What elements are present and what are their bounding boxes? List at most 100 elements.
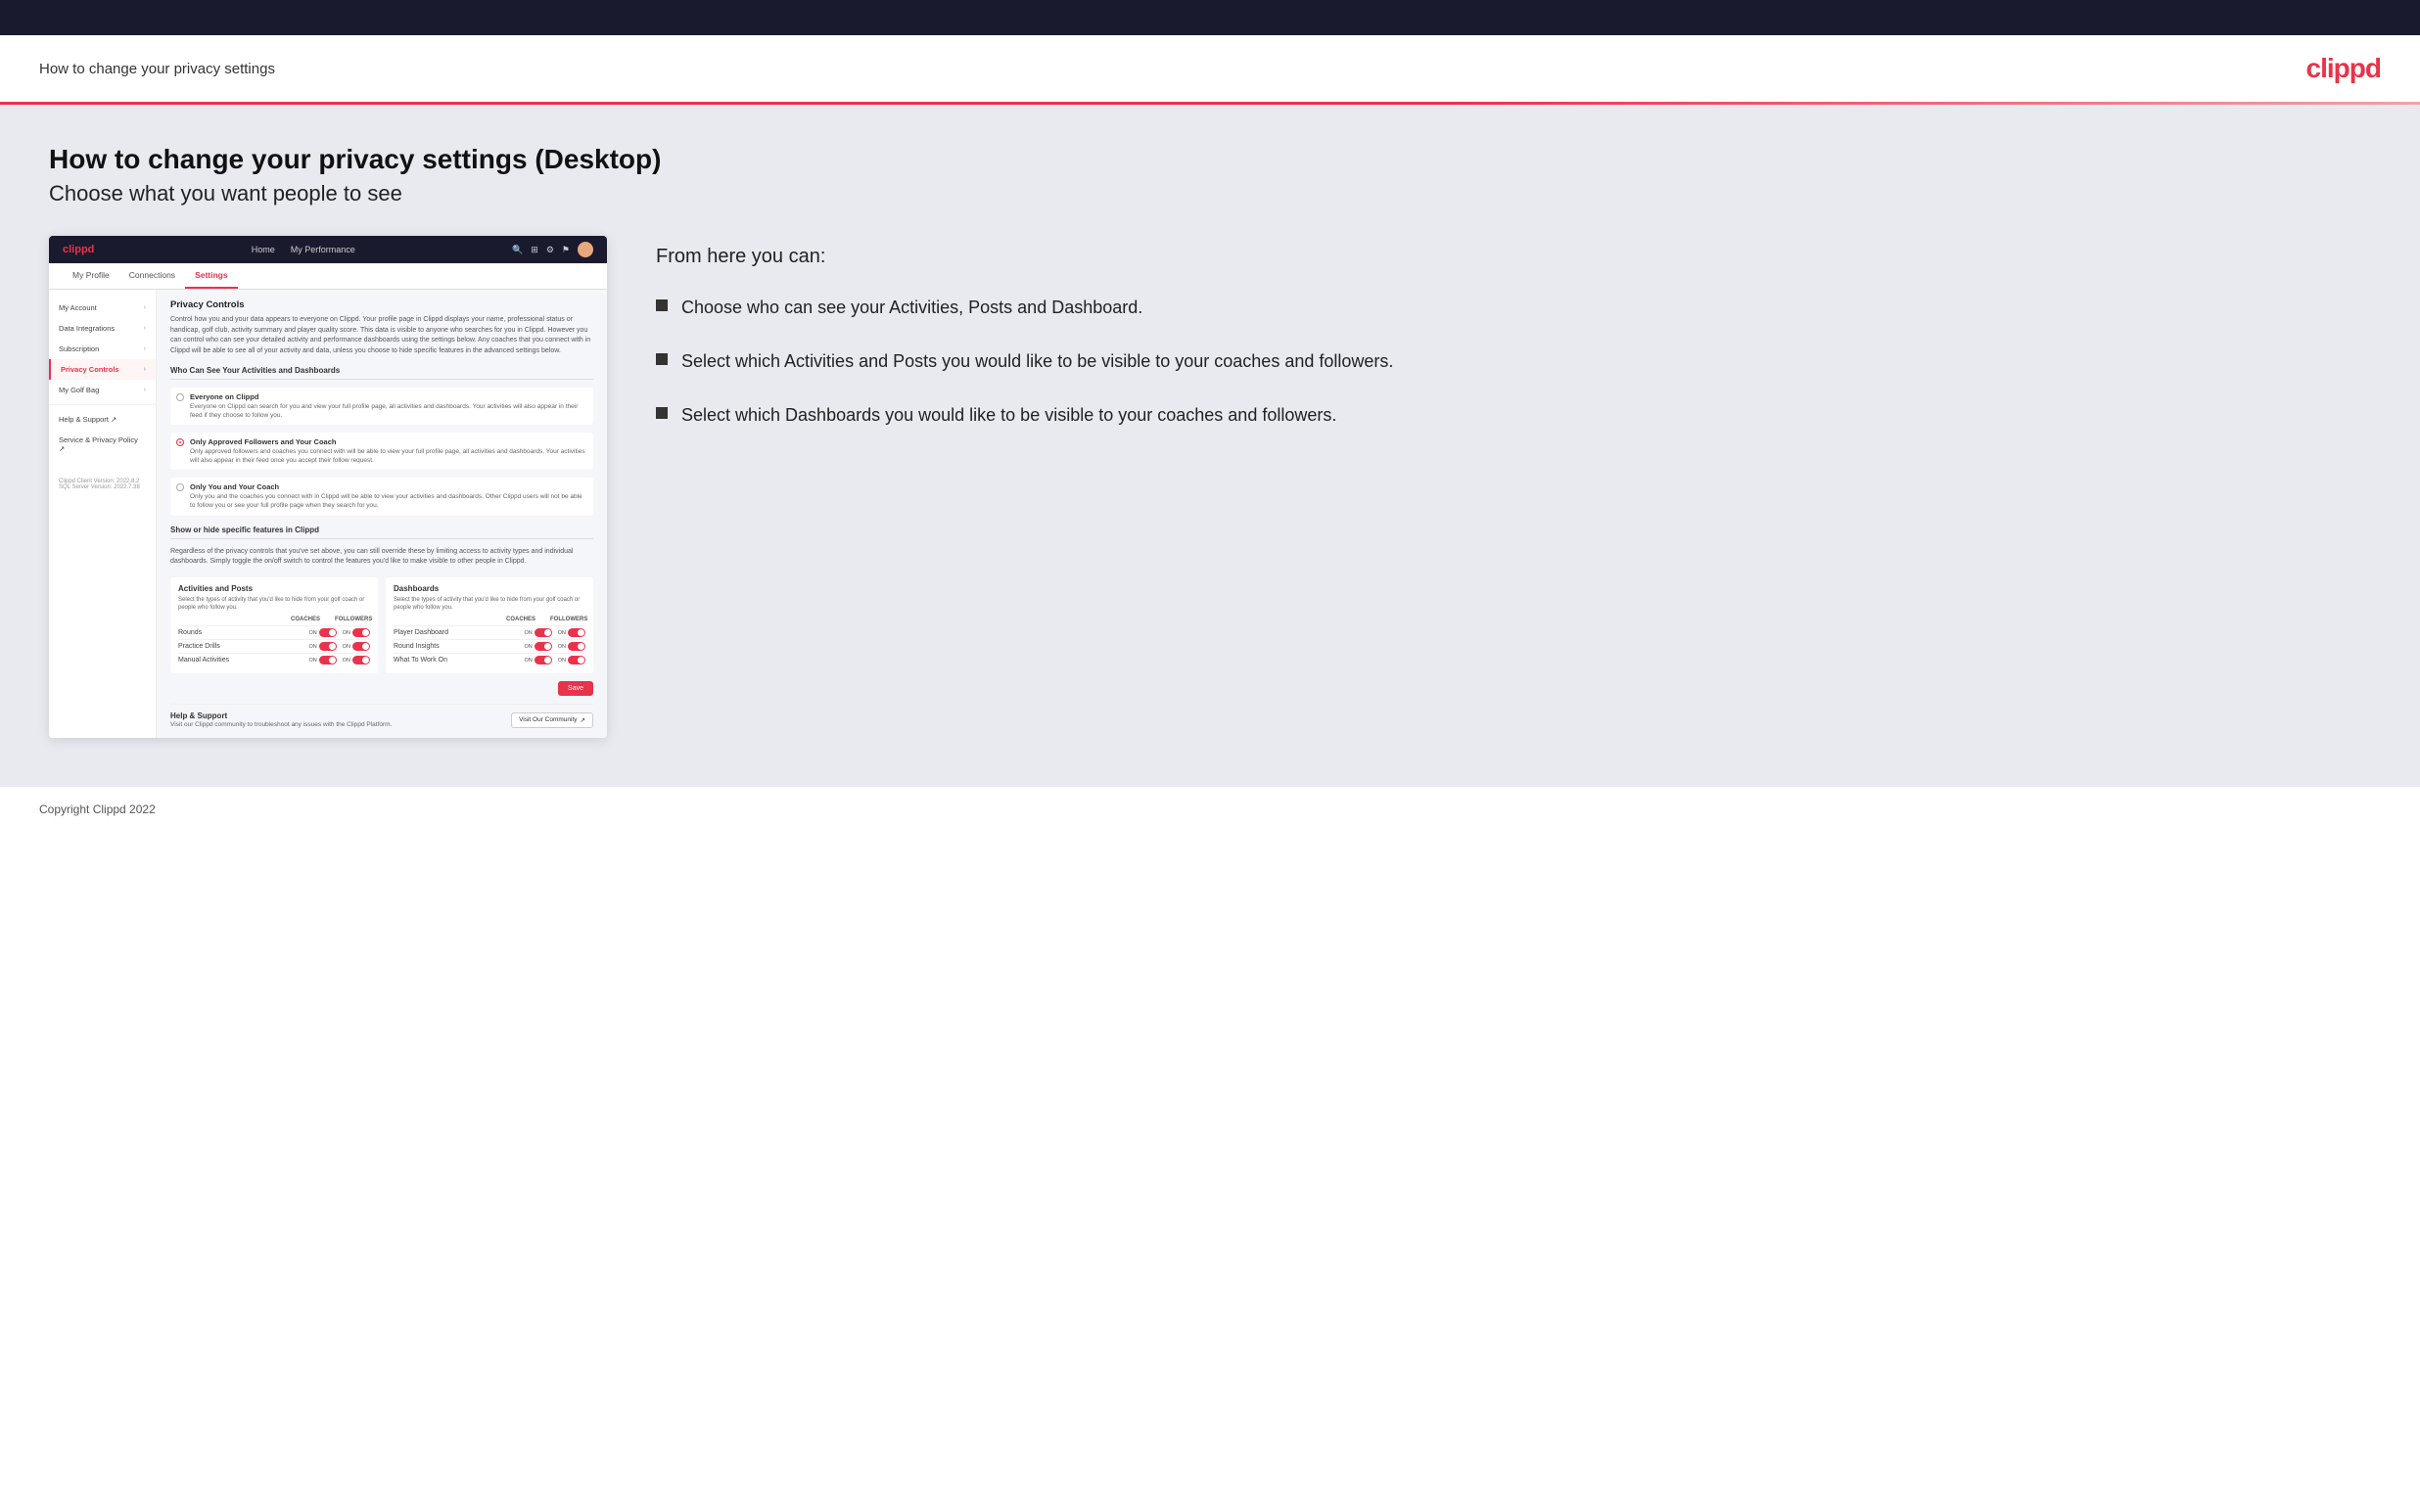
app-navbar-icons: 🔍 ⊞ ⚙ ⚑ [512,242,593,257]
app-screenshot: clippd Home My Performance 🔍 ⊞ ⚙ ⚑ My Pr… [49,236,607,738]
manual-label: Manual Activities [178,657,309,664]
radio-label-only-you: Only You and Your Coach [190,482,587,491]
toggle-row-what-to-work-on: What To Work On ON ON [394,653,585,666]
app-navbar-links: Home My Performance [252,245,355,254]
nav-home[interactable]: Home [252,245,275,254]
chevron-icon: › [144,304,146,311]
toggle-row-round-insights: Round Insights ON ON [394,639,585,653]
app-navbar-logo: clippd [63,244,94,255]
panel-description: Control how you and your data appears to… [170,315,593,356]
round-insights-coaches-toggle[interactable]: ON [525,642,552,651]
radio-desc-approved: Only approved followers and coaches you … [190,447,587,465]
bullet-text-3: Select which Dashboards you would like t… [681,403,1336,428]
visit-community-button[interactable]: Visit Our Community ↗ [511,712,593,728]
help-desc: Visit our Clippd community to troublesho… [170,721,392,728]
radio-label-everyone: Everyone on Clippd [190,392,587,401]
radio-everyone[interactable]: Everyone on Clippd Everyone on Clippd ca… [170,388,593,425]
radio-desc-only-you: Only you and the coaches you connect wit… [190,492,587,510]
sidebar-item-data-integrations[interactable]: Data Integrations › [49,318,156,339]
tab-my-profile[interactable]: My Profile [63,263,119,289]
practice-followers-toggle[interactable]: ON [343,642,370,651]
nav-my-performance[interactable]: My Performance [291,245,355,254]
activities-box-desc: Select the types of activity that you'd … [178,596,370,613]
what-to-work-coaches-toggle[interactable]: ON [525,656,552,664]
chevron-icon: › [144,387,146,393]
chevron-icon: › [144,366,146,373]
practice-coaches-toggle[interactable]: ON [309,642,337,651]
right-column: From here you can: Choose who can see yo… [656,236,2371,429]
help-title: Help & Support [170,711,392,720]
sidebar-divider [49,404,156,405]
visibility-subtitle: Who Can See Your Activities and Dashboar… [170,366,593,380]
from-here-text: From here you can: [656,246,2371,268]
toggle-row-practice: Practice Drills ON ON [178,639,370,653]
sidebar-item-privacy-controls[interactable]: Privacy Controls › [49,359,156,380]
dashboards-header-row: COACHES FOLLOWERS [394,617,585,622]
round-insights-label: Round Insights [394,643,525,650]
app-sidebar: My Account › Data Integrations › Subscri… [49,290,157,738]
content-columns: clippd Home My Performance 🔍 ⊞ ⚙ ⚑ My Pr… [49,236,2371,738]
toggle-grid: Activities and Posts Select the types of… [170,577,593,674]
top-bar [0,0,2420,35]
manual-followers-toggle[interactable]: ON [343,656,370,664]
activities-header-row: COACHES FOLLOWERS [178,617,370,622]
search-icon[interactable]: 🔍 [512,245,523,255]
bullet-square-3 [656,407,668,419]
activities-box-title: Activities and Posts [178,584,370,593]
flag-icon[interactable]: ⚑ [562,245,570,255]
round-insights-followers-toggle[interactable]: ON [558,642,585,651]
bullet-item-1: Choose who can see your Activities, Post… [656,296,2371,320]
chevron-icon: › [144,345,146,352]
toggle-section-desc: Regardless of the privacy controls that … [170,547,593,568]
sidebar-item-my-account[interactable]: My Account › [49,298,156,318]
radio-label-approved: Only Approved Followers and Your Coach [190,437,587,446]
manual-coaches-toggle[interactable]: ON [309,656,337,664]
dashboards-box-desc: Select the types of activity that you'd … [394,596,585,613]
player-dash-followers-toggle[interactable]: ON [558,628,585,637]
tab-connections[interactable]: Connections [119,263,185,289]
settings-icon[interactable]: ⚙ [546,245,554,255]
header-title: How to change your privacy settings [39,61,275,77]
sidebar-footer: Clippd Client Version: 2022.8.2SQL Serve… [49,459,156,496]
save-row: Save [170,681,593,696]
help-row: Help & Support Visit our Clippd communit… [170,704,593,728]
sidebar-item-my-golf-bag[interactable]: My Golf Bag › [49,380,156,400]
radio-desc-everyone: Everyone on Clippd can search for you an… [190,402,587,420]
player-dash-coaches-toggle[interactable]: ON [525,628,552,637]
sidebar-item-help-support[interactable]: Help & Support ↗ [49,409,156,430]
radio-circle-only-you [176,483,184,491]
dash-followers-col-label: FOLLOWERS [550,617,585,622]
dashboards-box-title: Dashboards [394,584,585,593]
practice-label: Practice Drills [178,643,309,650]
bullet-item-2: Select which Activities and Posts you wo… [656,349,2371,374]
save-button[interactable]: Save [558,681,593,696]
bullet-item-3: Select which Dashboards you would like t… [656,403,2371,428]
bullet-text-2: Select which Activities and Posts you wo… [681,349,1393,374]
radio-only-you[interactable]: Only You and Your Coach Only you and the… [170,478,593,515]
page-heading: How to change your privacy settings (Des… [49,144,2371,175]
external-link-icon: ↗ [581,716,585,724]
app-subnav: My Profile Connections Settings [49,263,607,290]
followers-col-label: FOLLOWERS [335,617,370,622]
bullet-text-1: Choose who can see your Activities, Post… [681,296,1142,320]
toggle-row-manual: Manual Activities ON ON [178,653,370,666]
panel-section-title: Privacy Controls [170,299,593,310]
activities-box: Activities and Posts Select the types of… [170,577,378,674]
what-to-work-on-label: What To Work On [394,657,525,664]
grid-icon[interactable]: ⊞ [531,245,538,255]
avatar[interactable] [578,242,593,257]
radio-circle-approved [176,438,184,446]
rounds-coaches-toggle[interactable]: ON [309,628,337,637]
footer: Copyright Clippd 2022 [0,787,2420,832]
sidebar-item-subscription[interactable]: Subscription › [49,339,156,359]
player-dash-label: Player Dashboard [394,629,525,636]
radio-approved[interactable]: Only Approved Followers and Your Coach O… [170,433,593,470]
tab-settings[interactable]: Settings [185,263,238,289]
rounds-followers-toggle[interactable]: ON [343,628,370,637]
what-to-work-followers-toggle[interactable]: ON [558,656,585,664]
sidebar-item-service-privacy[interactable]: Service & Privacy Policy ↗ [49,430,156,459]
toggle-section-title: Show or hide specific features in Clippd [170,526,593,539]
bullet-list: Choose who can see your Activities, Post… [656,296,2371,429]
bullet-square-1 [656,299,668,311]
copyright-text: Copyright Clippd 2022 [39,802,156,816]
